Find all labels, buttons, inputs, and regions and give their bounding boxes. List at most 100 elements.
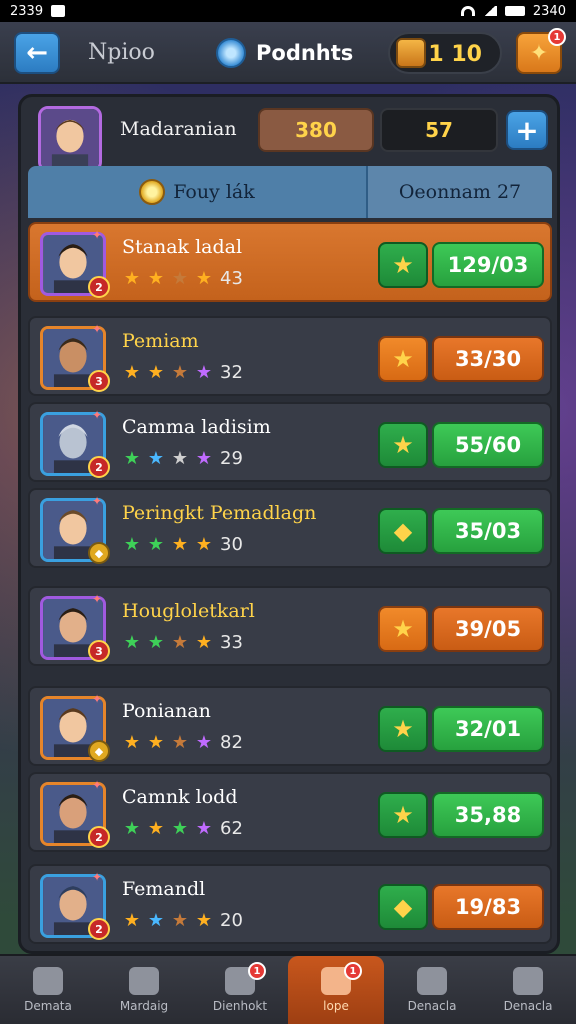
corner-star-icon: ✦ [92, 592, 103, 606]
row-action-button[interactable]: ★ [378, 336, 428, 382]
row-action-button[interactable]: ★ [378, 706, 428, 752]
star-icon: ★ [195, 631, 213, 653]
star-icon: ★ [123, 909, 141, 931]
nav-label: lope [323, 999, 349, 1013]
player-header: Madaranian 380 57 + Fouy lák Oeonnam 27 [28, 100, 552, 218]
star-icon: ★ [147, 817, 165, 839]
star-icon: ★ [171, 361, 189, 383]
star-icon: ★ [147, 361, 165, 383]
page-title: Npioo [88, 40, 155, 65]
star-icon: ★ [392, 251, 414, 279]
star-icon: ★ [123, 447, 141, 469]
rank-badge: 2 [88, 456, 110, 478]
nav-item[interactable]: 1 Dienhokt [192, 956, 288, 1024]
battery-icon [504, 6, 525, 16]
star-icon: ★ [123, 731, 141, 753]
gift-notification-badge: 1 [548, 28, 566, 46]
row-action-button[interactable]: ◆ [378, 884, 428, 930]
rank-badge: 3 [88, 370, 110, 392]
tab-bar: Fouy lák Oeonnam 27 [28, 166, 552, 218]
row-score: 129/03 [432, 242, 544, 288]
star-icon: ★ [171, 267, 189, 289]
player-name: Madaranian [120, 118, 237, 140]
player-stat-primary: 380 [258, 108, 374, 152]
rank-badge: 2 [88, 918, 110, 940]
gift-button[interactable]: ✦ 1 [516, 28, 566, 74]
corner-star-icon: ✦ [92, 692, 103, 706]
leaderboard-row[interactable]: ✦ ◆ Ponianan ★ ★ ★ ★ 82 ★ 32/01 [28, 686, 552, 766]
nav-item[interactable]: Mardaig [96, 956, 192, 1024]
add-button[interactable]: + [506, 110, 548, 150]
star-icon: ★ [195, 361, 213, 383]
star-icon: ★ [123, 361, 141, 383]
signal-icon [482, 6, 497, 16]
row-level: 30 [220, 534, 243, 555]
nav-item[interactable]: Denacla [480, 956, 576, 1024]
row-level: 20 [220, 910, 243, 931]
status-time: 2339 [10, 3, 44, 19]
nav-item[interactable]: 1 lope [288, 956, 384, 1024]
coin-icon [139, 179, 166, 205]
leaderboard-row[interactable]: ✦ 2 Femandl ★ ★ ★ ★ 20 ◆ 19/83 [28, 864, 552, 944]
leaderboard-row[interactable]: ✦ ◆ Peringkt Pemadlagn ★ ★ ★ ★ 30 ◆ 35/03 [28, 488, 552, 568]
points-display: Podnhts [216, 38, 353, 68]
settings-icon [417, 967, 447, 995]
leaderboard-row[interactable]: ✦ 3 Pemiam ★ ★ ★ ★ 32 ★ 33/30 [28, 316, 552, 396]
star-icon: ★ [171, 447, 189, 469]
row-star-rating: ★ ★ ★ ★ 32 [122, 362, 243, 383]
rank-medal-icon: ◆ [88, 740, 110, 762]
row-action-button[interactable]: ★ [378, 606, 428, 652]
row-level: 82 [220, 732, 243, 753]
star-icon: ★ [195, 267, 213, 289]
row-action-button[interactable]: ★ [378, 792, 428, 838]
coins-counter[interactable]: 1 10 [388, 32, 502, 74]
leaderboard-row[interactable]: ✦ 2 Camnk lodd ★ ★ ★ ★ 62 ★ 35,88 [28, 772, 552, 852]
star-icon: ★ [171, 731, 189, 753]
star-icon: ★ [392, 801, 414, 829]
leaderboard-row[interactable]: ✦ 2 Stanak ladal ★ ★ ★ ★ 43 ★ 129/03 [28, 222, 552, 302]
leaderboard-row[interactable]: ✦ 3 Hougloletkarl ★ ★ ★ ★ 33 ★ 39/05 [28, 586, 552, 666]
row-action-button[interactable]: ◆ [378, 508, 428, 554]
status-bar: 2339 2340 [0, 0, 576, 22]
star-icon: ★ [147, 267, 165, 289]
nav-badge: 1 [248, 962, 266, 980]
row-score: 32/01 [432, 706, 544, 752]
notification-icon [51, 5, 66, 17]
row-action-button[interactable]: ★ [378, 242, 428, 288]
corner-star-icon: ✦ [92, 494, 103, 508]
nav-item[interactable]: Demata [0, 956, 96, 1024]
corner-star-icon: ✦ [92, 228, 103, 242]
gift-icon: ✦ [529, 40, 549, 66]
row-player-name: Peringkt Pemadlagn [122, 502, 317, 524]
back-button[interactable]: ← [14, 32, 60, 74]
nav-label: Demata [24, 999, 72, 1013]
nav-label: Denacla [407, 999, 457, 1013]
star-icon: ★ [392, 715, 414, 743]
star-icon: ★ [147, 731, 165, 753]
star-icon: ★ [392, 345, 414, 373]
coins-value: 1 10 [428, 42, 482, 67]
star-icon: ★ [171, 631, 189, 653]
player-avatar[interactable] [38, 106, 102, 172]
row-star-rating: ★ ★ ★ ★ 82 [122, 732, 243, 753]
tab-friends[interactable]: Fouy lák [28, 166, 368, 218]
leaderboard-row[interactable]: ✦ 2 Camma ladisim ★ ★ ★ ★ 29 ★ 55/60 [28, 402, 552, 482]
row-score: 35,88 [432, 792, 544, 838]
star-icon: ★ [392, 615, 414, 643]
row-star-rating: ★ ★ ★ ★ 43 [122, 268, 243, 289]
row-score: 55/60 [432, 422, 544, 468]
rank-badge: 3 [88, 640, 110, 662]
star-icon: ★ [171, 817, 189, 839]
nav-badge: 1 [344, 962, 362, 980]
nav-label: Mardaig [119, 999, 169, 1013]
row-player-name: Hougloletkarl [122, 600, 255, 622]
row-star-rating: ★ ★ ★ ★ 30 [122, 534, 243, 555]
star-icon: ◆ [393, 893, 413, 921]
nav-item[interactable]: Denacla [384, 956, 480, 1024]
corner-star-icon: ✦ [92, 870, 103, 884]
star-icon: ◆ [393, 517, 413, 545]
row-level: 32 [220, 362, 243, 383]
tab-season[interactable]: Oeonnam 27 [368, 166, 552, 218]
row-player-name: Ponianan [122, 700, 211, 722]
row-action-button[interactable]: ★ [378, 422, 428, 468]
